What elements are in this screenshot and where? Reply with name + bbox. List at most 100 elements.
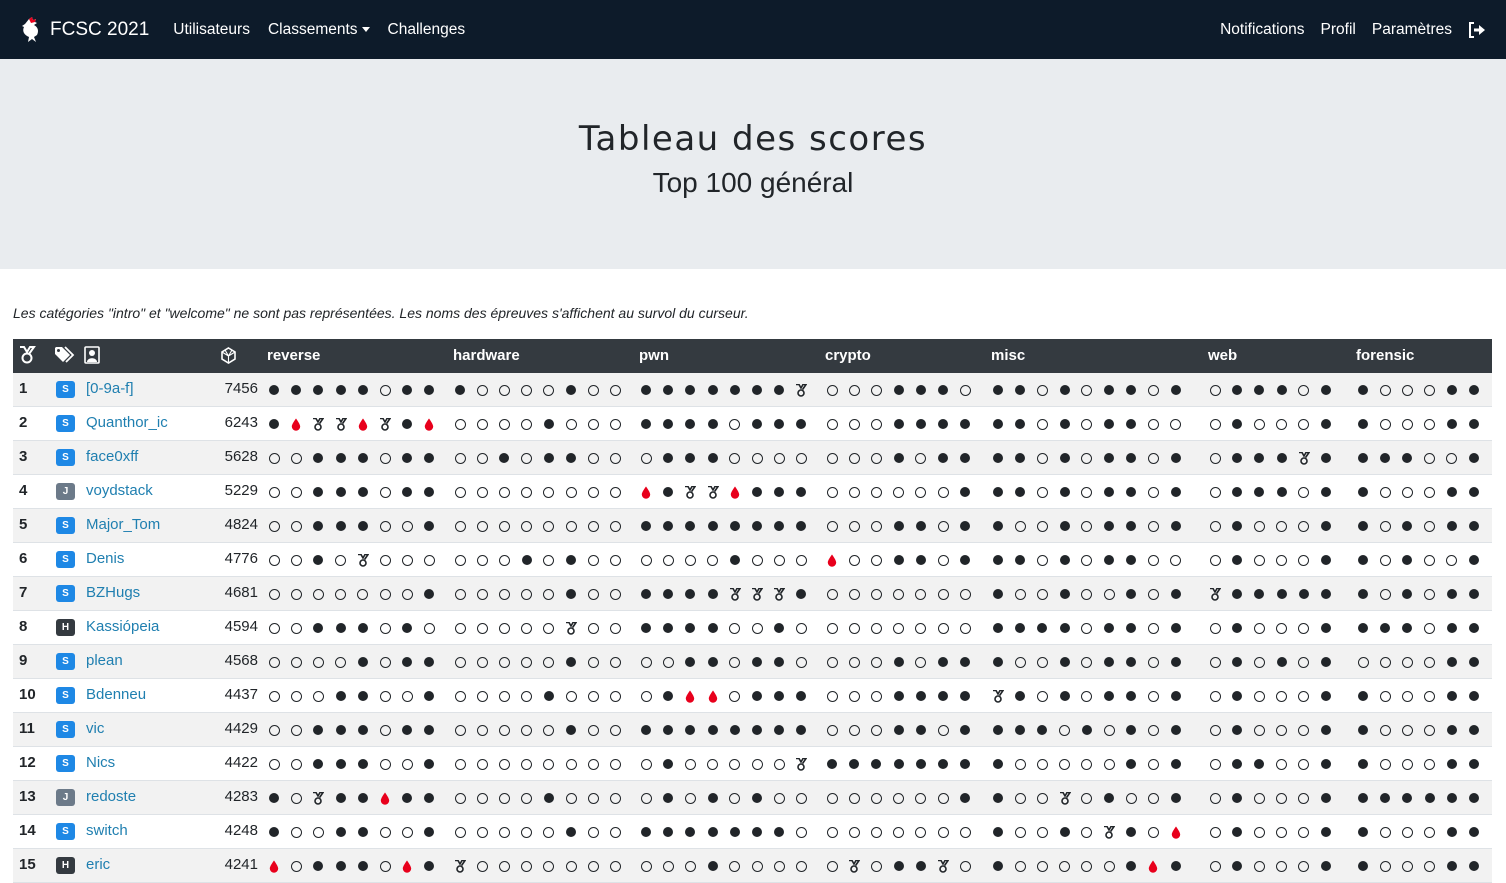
challenge-solved-icon[interactable] xyxy=(794,485,808,499)
challenge-solved-icon[interactable] xyxy=(706,587,720,601)
challenge-unsolved-icon[interactable] xyxy=(869,689,883,703)
challenge-unsolved-icon[interactable] xyxy=(958,621,972,635)
challenge-unsolved-icon[interactable] xyxy=(847,655,861,669)
challenge-solved-icon[interactable] xyxy=(661,689,675,703)
challenge-unsolved-icon[interactable] xyxy=(289,825,303,839)
challenge-unsolved-icon[interactable] xyxy=(356,587,370,601)
challenge-solved-icon[interactable] xyxy=(706,383,720,397)
challenge-solved-icon[interactable] xyxy=(1445,485,1459,499)
challenge-solved-icon[interactable] xyxy=(1169,655,1183,669)
challenge-unsolved-icon[interactable] xyxy=(683,859,697,873)
challenge-solved-icon[interactable] xyxy=(892,655,906,669)
challenge-solved-icon[interactable] xyxy=(661,825,675,839)
challenge-solved-icon[interactable] xyxy=(334,723,348,737)
challenge-solved-icon[interactable] xyxy=(958,689,972,703)
logout-icon[interactable] xyxy=(1468,21,1486,38)
challenge-unsolved-icon[interactable] xyxy=(564,417,578,431)
challenge-solved-icon[interactable] xyxy=(1230,587,1244,601)
challenge-unsolved-icon[interactable] xyxy=(794,825,808,839)
challenge-unsolved-icon[interactable] xyxy=(1400,723,1414,737)
challenge-solved-icon[interactable] xyxy=(683,655,697,669)
challenge-unsolved-icon[interactable] xyxy=(825,859,839,873)
challenge-unsolved-icon[interactable] xyxy=(497,553,511,567)
first-blood-icon[interactable] xyxy=(1169,825,1183,839)
challenge-unsolved-icon[interactable] xyxy=(728,451,742,465)
challenge-unsolved-icon[interactable] xyxy=(639,757,653,771)
challenge-unsolved-icon[interactable] xyxy=(847,417,861,431)
challenge-unsolved-icon[interactable] xyxy=(564,519,578,533)
challenge-unsolved-icon[interactable] xyxy=(1124,791,1138,805)
challenge-solved-icon[interactable] xyxy=(1013,485,1027,499)
challenge-solved-icon[interactable] xyxy=(1400,587,1414,601)
challenge-solved-icon[interactable] xyxy=(564,655,578,669)
challenge-solved-icon[interactable] xyxy=(958,757,972,771)
challenge-unsolved-icon[interactable] xyxy=(1035,451,1049,465)
challenge-unsolved-icon[interactable] xyxy=(608,689,622,703)
first-blood-icon[interactable] xyxy=(422,417,436,431)
challenge-solved-icon[interactable] xyxy=(564,723,578,737)
challenge-unsolved-icon[interactable] xyxy=(453,519,467,533)
first-blood-icon[interactable] xyxy=(706,689,720,703)
challenge-unsolved-icon[interactable] xyxy=(608,757,622,771)
challenge-unsolved-icon[interactable] xyxy=(400,519,414,533)
challenge-unsolved-icon[interactable] xyxy=(772,791,786,805)
challenge-unsolved-icon[interactable] xyxy=(267,621,281,635)
challenge-unsolved-icon[interactable] xyxy=(497,519,511,533)
challenge-unsolved-icon[interactable] xyxy=(794,621,808,635)
challenge-unsolved-icon[interactable] xyxy=(892,825,906,839)
challenge-solved-icon[interactable] xyxy=(958,519,972,533)
challenge-solved-icon[interactable] xyxy=(772,825,786,839)
challenge-unsolved-icon[interactable] xyxy=(1445,553,1459,567)
challenge-solved-icon[interactable] xyxy=(772,723,786,737)
challenge-solved-icon[interactable] xyxy=(1080,723,1094,737)
challenge-unsolved-icon[interactable] xyxy=(1146,689,1160,703)
challenge-solved-icon[interactable] xyxy=(1124,655,1138,669)
challenge-unsolved-icon[interactable] xyxy=(542,553,556,567)
challenge-unsolved-icon[interactable] xyxy=(267,689,281,703)
challenge-solved-icon[interactable] xyxy=(683,417,697,431)
username-link[interactable]: face0xff xyxy=(86,448,138,465)
challenge-unsolved-icon[interactable] xyxy=(453,689,467,703)
challenge-unsolved-icon[interactable] xyxy=(1423,451,1437,465)
challenge-solved-icon[interactable] xyxy=(683,825,697,839)
challenge-solved-icon[interactable] xyxy=(334,451,348,465)
challenge-solved-icon[interactable] xyxy=(1400,621,1414,635)
challenge-solved-icon[interactable] xyxy=(422,485,436,499)
challenge-solved-icon[interactable] xyxy=(311,519,325,533)
challenge-unsolved-icon[interactable] xyxy=(1423,417,1437,431)
challenge-unsolved-icon[interactable] xyxy=(1275,859,1289,873)
challenge-solved-icon[interactable] xyxy=(1319,689,1333,703)
challenge-unsolved-icon[interactable] xyxy=(1169,553,1183,567)
challenge-unsolved-icon[interactable] xyxy=(936,723,950,737)
medal-icon[interactable] xyxy=(683,485,697,499)
challenge-unsolved-icon[interactable] xyxy=(869,485,883,499)
username-link[interactable]: redoste xyxy=(86,788,136,805)
challenge-solved-icon[interactable] xyxy=(639,825,653,839)
first-blood-icon[interactable] xyxy=(825,553,839,567)
challenge-unsolved-icon[interactable] xyxy=(772,757,786,771)
challenge-unsolved-icon[interactable] xyxy=(475,791,489,805)
challenge-solved-icon[interactable] xyxy=(661,451,675,465)
challenge-unsolved-icon[interactable] xyxy=(661,859,675,873)
challenge-unsolved-icon[interactable] xyxy=(586,825,600,839)
challenge-solved-icon[interactable] xyxy=(914,519,928,533)
challenge-unsolved-icon[interactable] xyxy=(683,757,697,771)
challenge-unsolved-icon[interactable] xyxy=(1378,587,1392,601)
challenge-unsolved-icon[interactable] xyxy=(869,383,883,397)
challenge-unsolved-icon[interactable] xyxy=(958,859,972,873)
challenge-unsolved-icon[interactable] xyxy=(475,723,489,737)
challenge-unsolved-icon[interactable] xyxy=(1252,859,1266,873)
challenge-unsolved-icon[interactable] xyxy=(1080,757,1094,771)
challenge-solved-icon[interactable] xyxy=(1356,859,1370,873)
challenge-unsolved-icon[interactable] xyxy=(497,757,511,771)
challenge-unsolved-icon[interactable] xyxy=(1146,485,1160,499)
challenge-solved-icon[interactable] xyxy=(991,791,1005,805)
challenge-unsolved-icon[interactable] xyxy=(1275,621,1289,635)
challenge-unsolved-icon[interactable] xyxy=(914,655,928,669)
challenge-solved-icon[interactable] xyxy=(1169,383,1183,397)
challenge-solved-icon[interactable] xyxy=(1013,689,1027,703)
challenge-solved-icon[interactable] xyxy=(958,553,972,567)
challenge-unsolved-icon[interactable] xyxy=(1013,655,1027,669)
challenge-solved-icon[interactable] xyxy=(1356,519,1370,533)
challenge-solved-icon[interactable] xyxy=(422,689,436,703)
